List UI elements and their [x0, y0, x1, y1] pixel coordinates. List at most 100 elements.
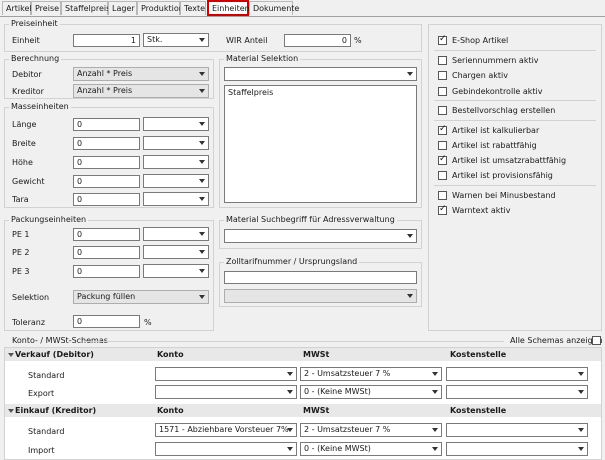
checkbox-label: E-Shop Artikel: [452, 36, 509, 45]
masseinheiten-title: Masseinheiten: [9, 102, 71, 112]
material-selektion-list[interactable]: Staffelpreis: [224, 85, 417, 203]
row-label: Export: [28, 389, 55, 398]
list-item[interactable]: Staffelpreis: [228, 88, 273, 98]
checkbox-checked[interactable]: [438, 204, 447, 215]
checkbox-label: Bestellvorschlag erstellen: [452, 106, 556, 115]
pe1-unit-select[interactable]: [143, 227, 209, 241]
checkbox-checked[interactable]: [438, 34, 447, 45]
checkbox[interactable]: [438, 56, 447, 65]
col-kostenstelle: Kostenstelle: [450, 350, 507, 359]
tara-unit-select[interactable]: [143, 192, 209, 206]
toleranz-input[interactable]: 0: [73, 315, 140, 328]
chevron-down-icon: [578, 428, 584, 432]
chevron-down-icon: [407, 72, 413, 76]
row-label: Import: [28, 446, 55, 455]
hoehe-input[interactable]: 0: [73, 156, 140, 169]
konto-value: 1571 - Abziehbare Vorsteuer 7%: [159, 425, 289, 434]
alle-schemas-checkbox[interactable]: [592, 336, 601, 345]
divider: [434, 50, 596, 51]
chevron-down-icon: [578, 447, 584, 451]
tab-dokumente[interactable]: Dokumente: [249, 1, 299, 15]
gewicht-input[interactable]: 0: [73, 175, 140, 188]
checkbox[interactable]: [438, 71, 447, 80]
ursprungsland-select[interactable]: [224, 289, 417, 303]
checkbox[interactable]: [438, 171, 447, 180]
konto-select[interactable]: [155, 367, 297, 381]
tara-label: Tara: [12, 195, 29, 204]
tab-staffelpreise[interactable]: Staffelpreise: [61, 1, 115, 15]
toleranz-unit: %: [144, 318, 152, 327]
collapse-icon[interactable]: [8, 409, 14, 413]
mwst-value: 0 - (Keine MWSt): [304, 387, 371, 396]
checkbox[interactable]: [438, 106, 447, 115]
debitor-label: Debitor: [12, 70, 42, 79]
laenge-input[interactable]: 0: [73, 118, 140, 131]
checkbox-label: Chargen aktiv: [452, 71, 508, 80]
toleranz-label: Toleranz: [12, 318, 46, 327]
chevron-down-icon: [287, 390, 293, 394]
mwst-select[interactable]: 2 - Umsatzsteuer 7 %: [300, 423, 442, 437]
pe1-input[interactable]: 0: [73, 228, 140, 241]
material-selektion-select[interactable]: [224, 67, 417, 81]
selektion-select[interactable]: Packung füllen: [73, 290, 209, 304]
debitor-select[interactable]: Anzahl * Preis: [73, 67, 209, 81]
tab-lager[interactable]: Lager: [108, 1, 137, 15]
mwst-select[interactable]: 0 - (Keine MWSt): [300, 442, 442, 456]
material-selektion-title: Material Selektion: [224, 54, 301, 64]
mwst-select[interactable]: 2 - Umsatzsteuer 7 %: [300, 367, 442, 381]
checkbox-checked[interactable]: [438, 124, 447, 135]
kostenstelle-select[interactable]: [446, 385, 588, 399]
einheit-input[interactable]: 1: [73, 34, 140, 47]
kostenstelle-select[interactable]: [446, 423, 588, 437]
chevron-down-icon: [432, 428, 438, 432]
tara-input[interactable]: 0: [73, 193, 140, 206]
tab-einheiten[interactable]: Einheiten: [207, 0, 250, 16]
kreditor-select[interactable]: Anzahl * Preis: [73, 84, 209, 98]
selektion-value: Packung füllen: [77, 292, 136, 301]
breite-label: Breite: [12, 139, 36, 148]
tab-texte[interactable]: Texte: [180, 1, 206, 15]
tab-artikel[interactable]: Artikel: [2, 1, 32, 15]
konto-select[interactable]: [155, 442, 297, 456]
col-mwst: MWSt: [303, 350, 330, 359]
selektion-label: Selektion: [12, 293, 50, 302]
material-suchbegriff-select[interactable]: [224, 229, 417, 243]
breite-unit-select[interactable]: [143, 136, 209, 150]
verkauf-title: Verkauf (Debitor): [15, 350, 94, 359]
checkbox[interactable]: [438, 87, 447, 96]
chevron-down-icon: [578, 372, 584, 376]
laenge-unit-select[interactable]: [143, 117, 209, 131]
pe3-input[interactable]: 0: [73, 265, 140, 278]
gewicht-unit-select[interactable]: [143, 174, 209, 188]
tab-preise[interactable]: Preise: [31, 1, 61, 15]
row-label: Standard: [28, 371, 65, 380]
pe3-unit-select[interactable]: [143, 264, 209, 278]
collapse-icon[interactable]: [8, 353, 14, 357]
divider: [434, 120, 596, 121]
col-konto: Konto: [157, 406, 184, 415]
konto-select[interactable]: [155, 385, 297, 399]
wir-anteil-input[interactable]: 0: [284, 34, 351, 47]
pe2-unit-select[interactable]: [143, 245, 209, 259]
checkbox-checked[interactable]: [438, 154, 447, 165]
preiseinheit-title: Preiseinheit: [9, 19, 60, 29]
zolltarif-input[interactable]: [224, 271, 417, 284]
checkbox-label: Artikel ist provisionsfähig: [452, 171, 553, 180]
chevron-down-icon: [432, 372, 438, 376]
wir-anteil-label: WIR Anteil: [226, 36, 268, 45]
tab-produktion[interactable]: Produktion: [137, 1, 184, 15]
laenge-label: Länge: [12, 120, 37, 129]
hoehe-unit-select[interactable]: [143, 155, 209, 169]
einheit-unit-select[interactable]: Stk.: [143, 33, 209, 47]
pe2-input[interactable]: 0: [73, 246, 140, 259]
breite-input[interactable]: 0: [73, 137, 140, 150]
checkbox[interactable]: [438, 191, 447, 200]
divider: [434, 185, 596, 186]
kostenstelle-select[interactable]: [446, 367, 588, 381]
checkbox-label: Artikel ist umsatzrabattfähig: [452, 156, 567, 165]
kostenstelle-select[interactable]: [446, 442, 588, 456]
chevron-down-icon: [578, 390, 584, 394]
konto-select[interactable]: 1571 - Abziehbare Vorsteuer 7%: [155, 423, 297, 437]
checkbox[interactable]: [438, 141, 447, 150]
mwst-select[interactable]: 0 - (Keine MWSt): [300, 385, 442, 399]
